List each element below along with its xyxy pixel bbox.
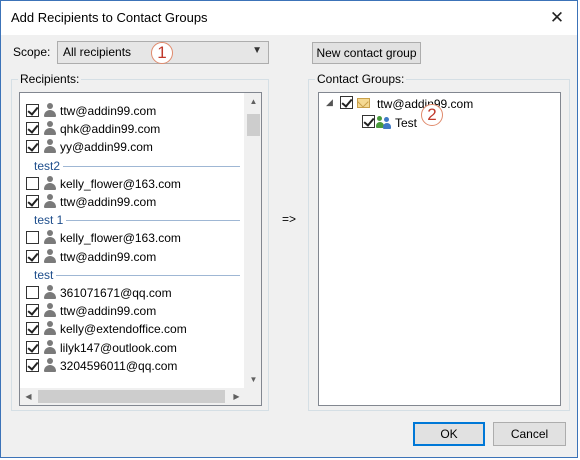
recipient-email: ttw@addin99.com (60, 250, 157, 264)
scroll-up-arrow-icon[interactable]: ▲ (245, 93, 261, 110)
ok-button[interactable]: OK (413, 422, 485, 446)
step-badge-2: 2 (421, 104, 443, 126)
contact-groups-caption: Contact Groups: (315, 72, 407, 86)
recipient-row[interactable]: qhk@addin99.com (20, 119, 244, 137)
step-badge-1: 1 (151, 42, 173, 64)
recipient-row[interactable]: ttw@addin99.com (20, 301, 244, 319)
recipient-email: kelly@extendoffice.com (60, 322, 187, 336)
recipient-row[interactable]: lilyk147@outlook.com (20, 338, 244, 356)
recipient-checkbox[interactable] (26, 104, 39, 117)
person-icon (44, 194, 56, 208)
contact-group-icon (376, 115, 392, 129)
expander-icon[interactable]: ◢ (326, 98, 335, 107)
recipient-checkbox[interactable] (26, 250, 39, 263)
group-header-label: test2 (34, 159, 64, 173)
recipient-row[interactable]: kelly@extendoffice.com (20, 319, 244, 337)
recipient-checkbox[interactable] (26, 322, 39, 335)
person-icon (44, 230, 56, 244)
scrollbar-corner (244, 388, 261, 405)
window-title: Add Recipients to Contact Groups (11, 10, 208, 25)
recipient-row[interactable]: kelly_flower@163.com (20, 228, 244, 246)
recipient-row[interactable]: 3204596011@qq.com (20, 356, 244, 374)
recipient-checkbox[interactable] (26, 231, 39, 244)
person-icon (44, 139, 56, 153)
person-icon (44, 103, 56, 117)
recipient-row[interactable]: 361071671@qq.com (20, 283, 244, 301)
recipient-checkbox[interactable] (26, 304, 39, 317)
recipient-checkbox[interactable] (26, 341, 39, 354)
recipient-email: kelly_flower@163.com (60, 231, 181, 245)
recipient-email: ttw@addin99.com (60, 104, 157, 118)
title-bar: Add Recipients to Contact Groups ✕ (1, 1, 577, 35)
scrollbar-thumb[interactable] (247, 114, 260, 136)
group-test-checkbox[interactable] (362, 115, 375, 128)
person-icon (44, 303, 56, 317)
recipient-email: qhk@addin99.com (60, 122, 161, 136)
recipients-caption: Recipients: (18, 72, 82, 86)
horizontal-scrollbar-thumb[interactable] (38, 390, 225, 403)
transfer-arrow: => (282, 212, 297, 226)
recipients-listbox[interactable]: ▲ ▼ ◀ ▶ ttw@addin99.com qhk@addin99.com yy… (19, 92, 262, 406)
person-icon (44, 340, 56, 354)
recipient-email: yy@addin99.com (60, 140, 153, 154)
recipient-row[interactable]: ttw@addin99.com (20, 247, 244, 265)
recipient-row[interactable]: ttw@addin99.com (20, 192, 244, 210)
recipient-email: ttw@addin99.com (60, 195, 157, 209)
recipient-row[interactable]: kelly_flower@163.com (20, 174, 244, 192)
envelope-icon (357, 98, 370, 108)
group-header: test2 (20, 156, 244, 174)
cancel-button[interactable]: Cancel (493, 422, 566, 446)
account-checkbox[interactable] (340, 96, 353, 109)
horizontal-scrollbar[interactable]: ◀ ▶ (20, 388, 245, 405)
group-header: test 1 (20, 210, 244, 228)
recipient-email: 3204596011@qq.com (60, 359, 178, 373)
scroll-right-arrow-icon[interactable]: ▶ (228, 388, 245, 405)
recipient-checkbox[interactable] (26, 195, 39, 208)
recipient-checkbox[interactable] (26, 140, 39, 153)
scroll-left-arrow-icon[interactable]: ◀ (20, 388, 37, 405)
recipient-email: ttw@addin99.com (60, 304, 157, 318)
recipient-checkbox[interactable] (26, 122, 39, 135)
person-icon (44, 285, 56, 299)
group-test-label: Test (395, 116, 418, 130)
person-icon (44, 121, 56, 135)
recipients-panel: Recipients: ▲ ▼ ◀ ▶ ttw@addin99.com qhk@a… (11, 72, 269, 411)
recipient-checkbox[interactable] (26, 359, 39, 372)
scroll-down-arrow-icon[interactable]: ▼ (245, 371, 261, 388)
group-header-label: test (34, 268, 57, 282)
group-divider (34, 275, 240, 276)
group-divider (34, 166, 240, 167)
person-icon (44, 249, 56, 263)
vertical-scrollbar[interactable]: ▲ ▼ (244, 93, 261, 388)
recipient-email: 361071671@qq.com (60, 286, 172, 300)
group-header: test (20, 265, 244, 283)
recipient-row[interactable]: yy@addin99.com (20, 137, 244, 155)
recipient-row[interactable]: ttw@addin99.com (20, 101, 244, 119)
new-contact-group-button[interactable]: New contact group (312, 42, 421, 64)
recipient-email: kelly_flower@163.com (60, 177, 181, 191)
person-icon (44, 358, 56, 372)
person-icon (44, 176, 56, 190)
chevron-down-icon: ▼ (252, 45, 262, 56)
scope-label: Scope: (13, 45, 51, 59)
recipient-checkbox[interactable] (26, 286, 39, 299)
close-icon[interactable]: ✕ (547, 8, 567, 28)
recipient-checkbox[interactable] (26, 177, 39, 190)
recipient-email: lilyk147@outlook.com (60, 341, 177, 355)
contact-groups-panel: Contact Groups: ◢ ttw@addin99.com Test (308, 72, 570, 411)
group-header-label: test 1 (34, 213, 67, 227)
dialog-window: Add Recipients to Contact Groups ✕ Scope… (0, 0, 578, 458)
person-icon (44, 321, 56, 335)
scope-selected-value: All recipients (63, 45, 132, 59)
contact-groups-tree[interactable]: ◢ ttw@addin99.com Test (318, 92, 561, 406)
